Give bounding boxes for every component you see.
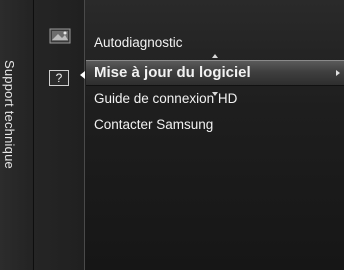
picture-icon[interactable] [49, 28, 71, 44]
menu-item-label: Mise à jour du logiciel [94, 64, 251, 81]
osd-menu-panel: Support technique ? Autodiagnostic Mise … [0, 0, 344, 270]
submenu-arrow-icon [336, 70, 340, 76]
menu-list: Autodiagnostic Mise à jour du logiciel G… [86, 30, 344, 138]
menu-item-hd-connection-guide[interactable]: Guide de connexion HD [86, 86, 344, 112]
menu-item-software-update[interactable]: Mise à jour du logiciel [86, 60, 344, 86]
support-icon[interactable]: ? [49, 70, 69, 86]
menu-item-contact-samsung[interactable]: Contacter Samsung [86, 112, 344, 138]
side-title-band: Support technique [0, 0, 34, 270]
menu-category-title: Support technique [2, 60, 17, 169]
menu-item-label: Autodiagnostic [94, 35, 183, 50]
menu-item-label: Guide de connexion HD [94, 91, 238, 106]
menu-item-label: Contacter Samsung [94, 117, 214, 132]
selected-category-arrow-icon [80, 71, 85, 79]
menu-item-autodiagnostic[interactable]: Autodiagnostic [86, 30, 344, 56]
